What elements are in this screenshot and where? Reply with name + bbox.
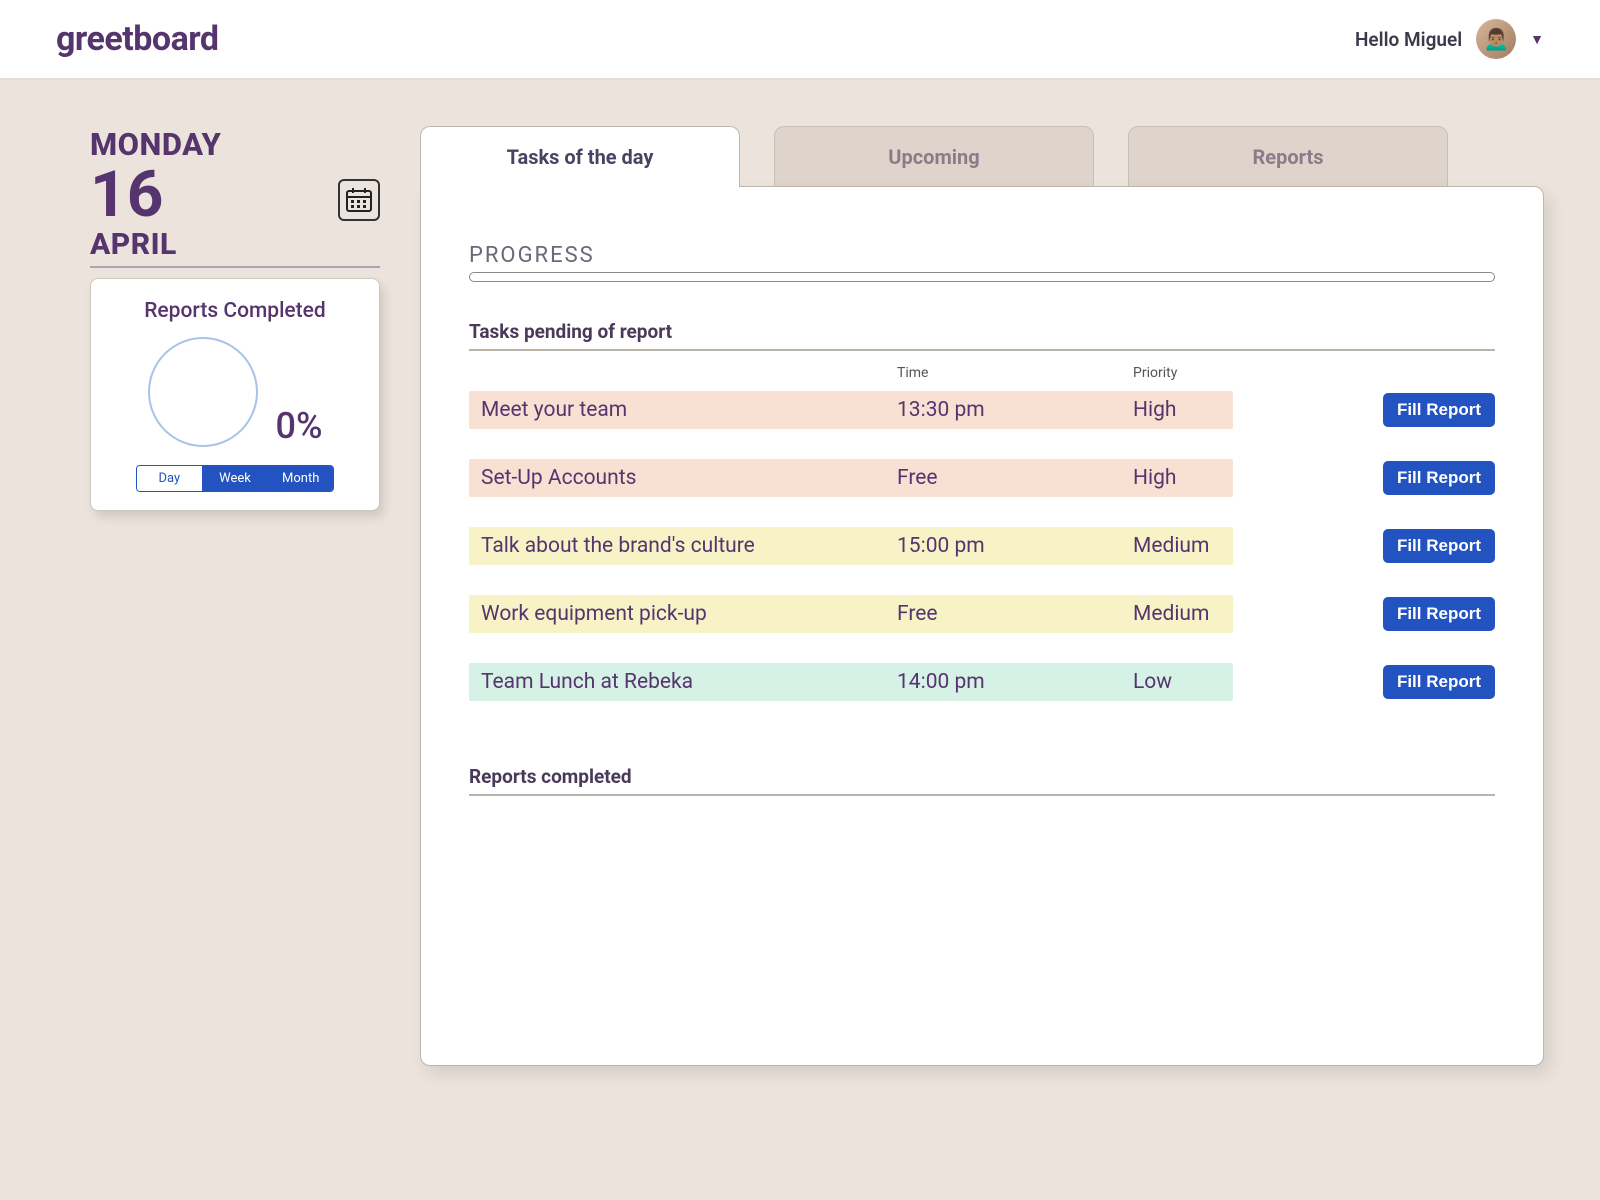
fill-report-button[interactable]: Fill Report — [1383, 461, 1495, 495]
task-row: Talk about the brand's culture15:00 pmMe… — [469, 527, 1495, 565]
task-priority: High — [1133, 466, 1176, 490]
task-name: Set-Up Accounts — [481, 466, 897, 490]
task-priority: Medium — [1133, 534, 1209, 558]
task-pill: Meet your team13:30 pmHigh — [469, 391, 1233, 429]
chevron-down-icon[interactable]: ▼ — [1530, 31, 1544, 48]
task-row: Meet your team13:30 pmHigh Fill Report — [469, 391, 1495, 429]
user-greeting: Hello Miguel — [1355, 28, 1462, 51]
task-name: Meet your team — [481, 398, 897, 422]
tabs: Tasks of the day Upcoming Reports — [420, 126, 1544, 187]
column-headers: Time Priority — [469, 361, 1495, 391]
task-row: Team Lunch at Rebeka14:00 pmLow Fill Repo… — [469, 663, 1495, 701]
card-title: Reports Completed — [105, 299, 365, 323]
tab-upcoming[interactable]: Upcoming — [774, 126, 1094, 187]
tab-tasks[interactable]: Tasks of the day — [420, 126, 740, 187]
progress-percent: 0% — [276, 405, 323, 447]
col-priority: Priority — [1133, 365, 1253, 381]
sidebar: MONDAY 16 APRIL Reports Completed — [90, 126, 380, 1066]
day-number: 16 — [90, 163, 163, 227]
task-row: Work equipment pick-upFreeMedium Fill Rep… — [469, 595, 1495, 633]
completed-heading: Reports completed — [469, 765, 1495, 796]
task-name: Work equipment pick-up — [481, 602, 897, 626]
task-priority: Low — [1133, 670, 1172, 694]
task-pill: Work equipment pick-upFreeMedium — [469, 595, 1233, 633]
task-time: Free — [897, 602, 1133, 626]
calendar-icon[interactable] — [338, 179, 380, 221]
tab-reports[interactable]: Reports — [1128, 126, 1448, 187]
col-time: Time — [897, 365, 1133, 381]
panel: PROGRESS Tasks pending of report Time Pr… — [420, 186, 1544, 1066]
task-priority: Medium — [1133, 602, 1209, 626]
fill-report-button[interactable]: Fill Report — [1383, 529, 1495, 563]
fill-report-button[interactable]: Fill Report — [1383, 393, 1495, 427]
month-name: APRIL — [90, 227, 380, 268]
top-bar: greetboard Hello Miguel 🙍🏽‍♂️ ▼ — [0, 0, 1600, 78]
fill-report-button[interactable]: Fill Report — [1383, 665, 1495, 699]
task-list: Meet your team13:30 pmHighFill ReportSet… — [469, 391, 1495, 701]
pending-heading: Tasks pending of report — [469, 320, 1495, 351]
range-day[interactable]: Day — [137, 466, 202, 491]
task-time: Free — [897, 466, 1133, 490]
fill-report-button[interactable]: Fill Report — [1383, 597, 1495, 631]
main: Tasks of the day Upcoming Reports PROGRE… — [420, 126, 1544, 1066]
range-month[interactable]: Month — [267, 466, 333, 491]
task-name: Team Lunch at Rebeka — [481, 670, 897, 694]
task-time: 14:00 pm — [897, 670, 1133, 694]
task-name: Talk about the brand's culture — [481, 534, 897, 558]
user-menu[interactable]: Hello Miguel 🙍🏽‍♂️ ▼ — [1355, 19, 1544, 59]
reports-completed-card: Reports Completed 0% Day Week Month — [90, 278, 380, 511]
progress-label: PROGRESS — [469, 243, 1495, 268]
range-toggle: Day Week Month — [136, 465, 334, 492]
progress-gauge — [148, 337, 258, 447]
avatar[interactable]: 🙍🏽‍♂️ — [1476, 19, 1516, 59]
task-pill: Talk about the brand's culture15:00 pmMe… — [469, 527, 1233, 565]
app-logo: greetboard — [56, 19, 219, 59]
task-row: Set-Up AccountsFreeHigh Fill Report — [469, 459, 1495, 497]
task-time: 15:00 pm — [897, 534, 1133, 558]
progress-bar — [469, 272, 1495, 282]
task-time: 13:30 pm — [897, 398, 1133, 422]
task-pill: Team Lunch at Rebeka14:00 pmLow — [469, 663, 1233, 701]
range-week[interactable]: Week — [202, 466, 268, 491]
task-priority: High — [1133, 398, 1176, 422]
task-pill: Set-Up AccountsFreeHigh — [469, 459, 1233, 497]
date-block: MONDAY 16 APRIL — [90, 126, 380, 268]
